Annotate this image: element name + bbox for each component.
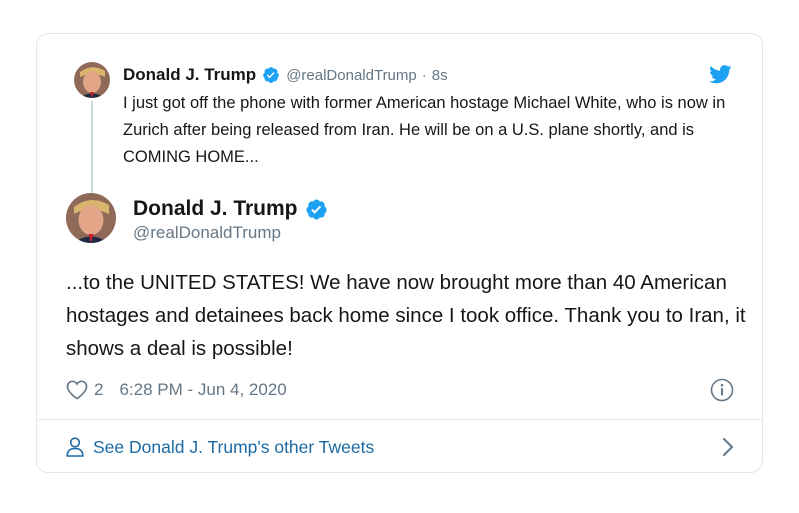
tweet-timestamp[interactable]: 6:28 PM - Jun 4, 2020 xyxy=(119,380,286,400)
heart-icon xyxy=(66,380,88,400)
main-tweet-text: ...to the UNITED STATES! We have now bro… xyxy=(66,271,746,360)
thread-connector-line xyxy=(91,101,93,193)
parent-avatar[interactable] xyxy=(74,62,110,98)
person-icon xyxy=(66,437,84,457)
verified-badge-icon xyxy=(262,66,280,84)
card-divider xyxy=(37,419,762,420)
parent-tweet-text: I just got off the phone with former Ame… xyxy=(123,94,726,166)
parent-handle[interactable]: @realDonaldTrump xyxy=(286,67,417,84)
chevron-right-icon xyxy=(722,437,734,457)
see-other-tweets-link[interactable]: See Donald J. Trump's other Tweets xyxy=(66,434,734,460)
like-count: 2 xyxy=(94,380,104,399)
main-handle[interactable]: @realDonaldTrump xyxy=(133,223,281,243)
main-author-row: Donald J. Trump xyxy=(133,194,328,224)
verified-badge-icon xyxy=(305,198,328,221)
main-author-name[interactable]: Donald J. Trump xyxy=(133,197,298,221)
parent-time-ago[interactable]: 8s xyxy=(432,67,448,84)
parent-time-separator: · xyxy=(421,66,427,84)
embedded-tweet-card: Donald J. Trump @realDonaldTrump · 8s I … xyxy=(36,33,763,473)
info-icon[interactable] xyxy=(710,378,734,402)
parent-tweet-header: Donald J. Trump @realDonaldTrump · 8s xyxy=(123,64,448,86)
twitter-bird-icon[interactable] xyxy=(709,65,732,84)
like-button[interactable]: 2 xyxy=(66,380,103,400)
tweet-meta-row: 2 6:28 PM - Jun 4, 2020 xyxy=(66,376,734,404)
parent-author-name[interactable]: Donald J. Trump xyxy=(123,65,256,85)
main-avatar[interactable] xyxy=(66,193,116,243)
see-other-tweets-label: See Donald J. Trump's other Tweets xyxy=(93,436,375,457)
